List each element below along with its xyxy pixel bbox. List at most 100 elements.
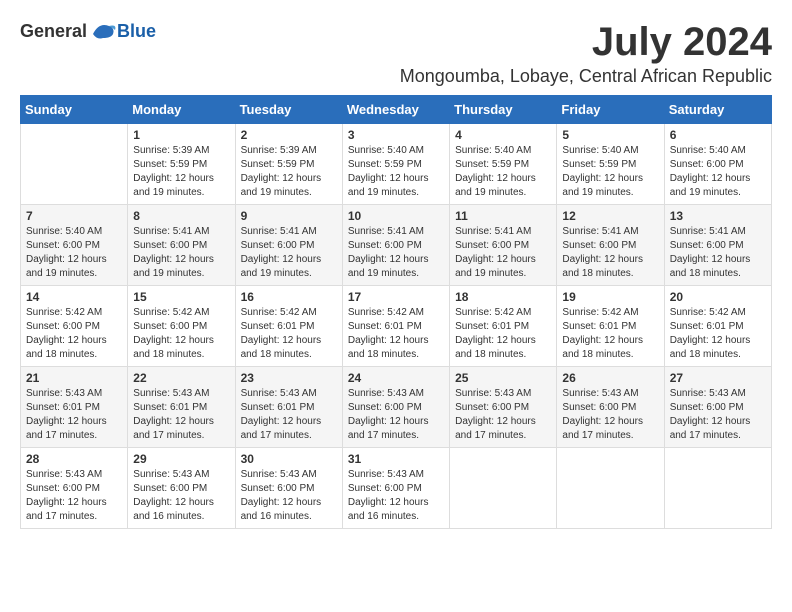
- day-info: Sunrise: 5:39 AM Sunset: 5:59 PM Dayligh…: [241, 144, 337, 200]
- day-number: 18: [455, 290, 551, 304]
- calendar-day-cell: 19 Sunrise: 5:42 AM Sunset: 6:01 PM Dayli…: [557, 286, 664, 367]
- day-number: 19: [562, 290, 658, 304]
- day-info: Sunrise: 5:43 AM Sunset: 6:01 PM Dayligh…: [26, 387, 122, 443]
- header-sunday: Sunday: [21, 96, 128, 124]
- calendar-table: Sunday Monday Tuesday Wednesday Thursday…: [20, 95, 772, 529]
- day-number: 14: [26, 290, 122, 304]
- day-number: 29: [133, 452, 229, 466]
- logo-bird-icon: [89, 20, 117, 42]
- calendar-day-cell: 14 Sunrise: 5:42 AM Sunset: 6:00 PM Dayli…: [21, 286, 128, 367]
- calendar-day-cell: 6Sunrise: 5:40 AM Sunset: 6:00 PM Daylig…: [664, 124, 771, 205]
- day-info: Sunrise: 5:43 AM Sunset: 6:00 PM Dayligh…: [348, 468, 444, 524]
- calendar-day-cell: [450, 448, 557, 529]
- calendar-week-row: 21 Sunrise: 5:43 AM Sunset: 6:01 PM Dayli…: [21, 367, 772, 448]
- day-info: Sunrise: 5:41 AM Sunset: 6:00 PM Dayligh…: [455, 225, 551, 281]
- calendar-day-cell: 30 Sunrise: 5:43 AM Sunset: 6:00 PM Dayli…: [235, 448, 342, 529]
- page-header: General Blue July 2024 Mongoumba, Lobaye…: [20, 20, 772, 87]
- calendar-day-cell: 23 Sunrise: 5:43 AM Sunset: 6:01 PM Dayli…: [235, 367, 342, 448]
- day-info: Sunrise: 5:42 AM Sunset: 6:00 PM Dayligh…: [133, 306, 229, 362]
- day-number: 27: [670, 371, 766, 385]
- calendar-day-cell: 29 Sunrise: 5:43 AM Sunset: 6:00 PM Dayli…: [128, 448, 235, 529]
- day-info: Sunrise: 5:41 AM Sunset: 6:00 PM Dayligh…: [670, 225, 766, 281]
- calendar-day-cell: 13 Sunrise: 5:41 AM Sunset: 6:00 PM Dayli…: [664, 205, 771, 286]
- day-info: Sunrise: 5:41 AM Sunset: 6:00 PM Dayligh…: [562, 225, 658, 281]
- day-info: Sunrise: 5:43 AM Sunset: 6:00 PM Dayligh…: [26, 468, 122, 524]
- header-saturday: Saturday: [664, 96, 771, 124]
- calendar-day-cell: 27Sunrise: 5:43 AM Sunset: 6:00 PM Dayli…: [664, 367, 771, 448]
- day-number: 30: [241, 452, 337, 466]
- day-info: Sunrise: 5:42 AM Sunset: 6:00 PM Dayligh…: [26, 306, 122, 362]
- location-subtitle: Mongoumba, Lobaye, Central African Repub…: [400, 66, 772, 87]
- calendar-day-cell: 24 Sunrise: 5:43 AM Sunset: 6:00 PM Dayli…: [342, 367, 449, 448]
- day-info: Sunrise: 5:43 AM Sunset: 6:00 PM Dayligh…: [455, 387, 551, 443]
- calendar-day-cell: 16Sunrise: 5:42 AM Sunset: 6:01 PM Dayli…: [235, 286, 342, 367]
- calendar-day-cell: 3Sunrise: 5:40 AM Sunset: 5:59 PM Daylig…: [342, 124, 449, 205]
- day-info: Sunrise: 5:43 AM Sunset: 6:00 PM Dayligh…: [562, 387, 658, 443]
- header-thursday: Thursday: [450, 96, 557, 124]
- day-number: 17: [348, 290, 444, 304]
- day-info: Sunrise: 5:43 AM Sunset: 6:00 PM Dayligh…: [348, 387, 444, 443]
- calendar-week-row: 28 Sunrise: 5:43 AM Sunset: 6:00 PM Dayli…: [21, 448, 772, 529]
- day-info: Sunrise: 5:42 AM Sunset: 6:01 PM Dayligh…: [562, 306, 658, 362]
- day-info: Sunrise: 5:40 AM Sunset: 5:59 PM Dayligh…: [455, 144, 551, 200]
- calendar-day-cell: 28 Sunrise: 5:43 AM Sunset: 6:00 PM Dayli…: [21, 448, 128, 529]
- day-number: 31: [348, 452, 444, 466]
- day-number: 13: [670, 209, 766, 223]
- calendar-day-cell: [664, 448, 771, 529]
- day-number: 22: [133, 371, 229, 385]
- calendar-day-cell: 12 Sunrise: 5:41 AM Sunset: 6:00 PM Dayli…: [557, 205, 664, 286]
- day-info: Sunrise: 5:40 AM Sunset: 5:59 PM Dayligh…: [348, 144, 444, 200]
- calendar-week-row: 14 Sunrise: 5:42 AM Sunset: 6:00 PM Dayli…: [21, 286, 772, 367]
- header-monday: Monday: [128, 96, 235, 124]
- calendar-day-cell: [557, 448, 664, 529]
- header-friday: Friday: [557, 96, 664, 124]
- day-number: 10: [348, 209, 444, 223]
- calendar-day-cell: 17 Sunrise: 5:42 AM Sunset: 6:01 PM Dayli…: [342, 286, 449, 367]
- day-info: Sunrise: 5:42 AM Sunset: 6:01 PM Dayligh…: [670, 306, 766, 362]
- calendar-day-cell: 2Sunrise: 5:39 AM Sunset: 5:59 PM Daylig…: [235, 124, 342, 205]
- day-number: 9: [241, 209, 337, 223]
- header-wednesday: Wednesday: [342, 96, 449, 124]
- calendar-day-cell: 15 Sunrise: 5:42 AM Sunset: 6:00 PM Dayli…: [128, 286, 235, 367]
- header-tuesday: Tuesday: [235, 96, 342, 124]
- calendar-day-cell: 11Sunrise: 5:41 AM Sunset: 6:00 PM Dayli…: [450, 205, 557, 286]
- day-info: Sunrise: 5:43 AM Sunset: 6:01 PM Dayligh…: [133, 387, 229, 443]
- day-number: 1: [133, 128, 229, 142]
- day-info: Sunrise: 5:42 AM Sunset: 6:01 PM Dayligh…: [348, 306, 444, 362]
- day-info: Sunrise: 5:40 AM Sunset: 6:00 PM Dayligh…: [26, 225, 122, 281]
- day-info: Sunrise: 5:43 AM Sunset: 6:01 PM Dayligh…: [241, 387, 337, 443]
- day-number: 15: [133, 290, 229, 304]
- day-number: 8: [133, 209, 229, 223]
- calendar-day-cell: 20 Sunrise: 5:42 AM Sunset: 6:01 PM Dayli…: [664, 286, 771, 367]
- day-info: Sunrise: 5:43 AM Sunset: 6:00 PM Dayligh…: [241, 468, 337, 524]
- day-info: Sunrise: 5:39 AM Sunset: 5:59 PM Dayligh…: [133, 144, 229, 200]
- day-info: Sunrise: 5:41 AM Sunset: 6:00 PM Dayligh…: [241, 225, 337, 281]
- day-number: 23: [241, 371, 337, 385]
- month-year-title: July 2024: [400, 20, 772, 64]
- day-number: 21: [26, 371, 122, 385]
- calendar-week-row: 7Sunrise: 5:40 AM Sunset: 6:00 PM Daylig…: [21, 205, 772, 286]
- day-number: 28: [26, 452, 122, 466]
- day-number: 12: [562, 209, 658, 223]
- calendar-day-cell: 10 Sunrise: 5:41 AM Sunset: 6:00 PM Dayli…: [342, 205, 449, 286]
- calendar-day-cell: 7Sunrise: 5:40 AM Sunset: 6:00 PM Daylig…: [21, 205, 128, 286]
- day-number: 5: [562, 128, 658, 142]
- day-number: 20: [670, 290, 766, 304]
- day-info: Sunrise: 5:43 AM Sunset: 6:00 PM Dayligh…: [133, 468, 229, 524]
- calendar-day-cell: 5Sunrise: 5:40 AM Sunset: 5:59 PM Daylig…: [557, 124, 664, 205]
- calendar-day-cell: 22 Sunrise: 5:43 AM Sunset: 6:01 PM Dayli…: [128, 367, 235, 448]
- day-number: 25: [455, 371, 551, 385]
- day-info: Sunrise: 5:41 AM Sunset: 6:00 PM Dayligh…: [133, 225, 229, 281]
- calendar-week-row: 1 Sunrise: 5:39 AM Sunset: 5:59 PM Daylig…: [21, 124, 772, 205]
- day-info: Sunrise: 5:42 AM Sunset: 6:01 PM Dayligh…: [455, 306, 551, 362]
- calendar-day-cell: 31 Sunrise: 5:43 AM Sunset: 6:00 PM Dayli…: [342, 448, 449, 529]
- calendar-day-cell: 1 Sunrise: 5:39 AM Sunset: 5:59 PM Daylig…: [128, 124, 235, 205]
- day-number: 16: [241, 290, 337, 304]
- logo: General Blue: [20, 20, 156, 42]
- day-number: 24: [348, 371, 444, 385]
- day-info: Sunrise: 5:41 AM Sunset: 6:00 PM Dayligh…: [348, 225, 444, 281]
- calendar-day-cell: 18 Sunrise: 5:42 AM Sunset: 6:01 PM Dayli…: [450, 286, 557, 367]
- day-number: 4: [455, 128, 551, 142]
- day-info: Sunrise: 5:40 AM Sunset: 6:00 PM Dayligh…: [670, 144, 766, 200]
- calendar-day-cell: 8 Sunrise: 5:41 AM Sunset: 6:00 PM Daylig…: [128, 205, 235, 286]
